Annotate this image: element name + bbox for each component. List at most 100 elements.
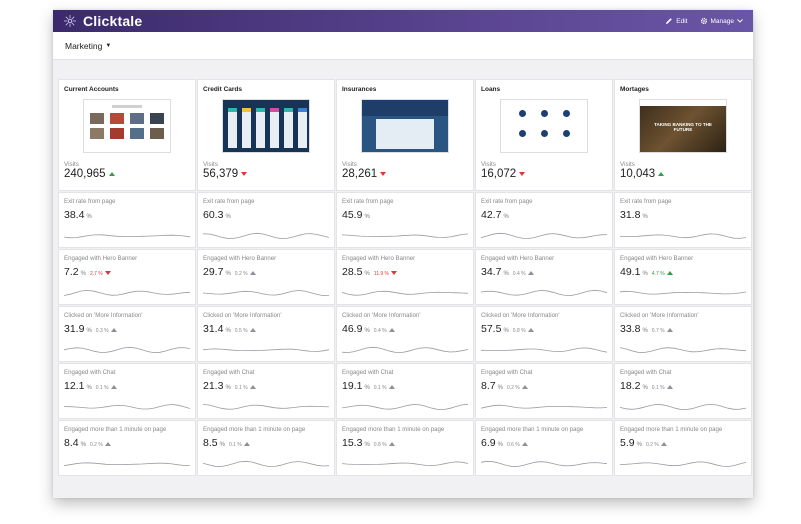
metric-delta: 2.7 % [89, 271, 103, 277]
sparkline [620, 461, 746, 467]
metric-value: 31.4 [203, 323, 224, 335]
metric-label: Engaged with Hero Banner [342, 255, 416, 262]
metric-card-hero[interactable]: Engaged with Hero Banner 49.1 % 4.7 % [614, 249, 752, 305]
metric-card-minute[interactable]: Engaged more than 1 minute on page 8.5 %… [197, 420, 335, 476]
metric-delta: 0.4 % [512, 271, 526, 277]
sparkline [481, 404, 607, 409]
metric-card-minute[interactable]: Engaged more than 1 minute on page 8.4 %… [58, 420, 196, 476]
metric-card-chat[interactable]: Engaged with Chat 18.2 % 0.1 % [614, 363, 752, 419]
metric-value: 57.5 [481, 323, 502, 335]
metric-card-more[interactable]: Clicked on 'More Information' 57.5 % 0.8… [475, 306, 613, 362]
sparkline [64, 462, 190, 466]
metric-card-more[interactable]: Clicked on 'More Information' 46.9 % 0.4… [336, 306, 474, 362]
metric-unit: % [86, 385, 92, 391]
metric-label: Engaged more than 1 minute on page [620, 426, 723, 433]
trend-up-icon [527, 271, 534, 275]
visits-label: Visits [64, 161, 79, 168]
metric-unit: % [503, 328, 509, 334]
visits-label: Visits [481, 161, 496, 168]
page-summary-card[interactable]: Current Accounts Visits 240,965 [58, 79, 196, 191]
metric-card-hero[interactable]: Engaged with Hero Banner 34.7 % 0.4 % [475, 249, 613, 305]
metric-unit: % [364, 271, 370, 277]
manage-menu[interactable]: Manage [700, 17, 744, 25]
page-title: Loans [481, 86, 501, 93]
metric-delta: 0.2 % [234, 271, 248, 277]
metric-delta: 0.8 % [373, 442, 387, 448]
metric-card-chat[interactable]: Engaged with Chat 19.1 % 0.1 % [336, 363, 474, 419]
trend-up-icon [110, 328, 117, 332]
chevron-down-icon [737, 19, 743, 23]
metric-value: 8.5 [203, 437, 218, 449]
page-thumbnail[interactable] [83, 99, 171, 153]
logo[interactable]: Clicktale [63, 13, 142, 29]
page-summary-card[interactable]: Insurances Visits 28,261 [336, 79, 474, 191]
sparkline [620, 233, 746, 239]
metric-delta: 0.7 % [651, 328, 665, 334]
trend-down-icon [104, 271, 111, 275]
metric-value: 31.8 [620, 209, 641, 221]
trend-up-icon [521, 385, 528, 389]
brand-name: Clicktale [83, 13, 143, 29]
page-summary-card[interactable]: Credit Cards Visits 56,379 [197, 79, 335, 191]
metric-delta: 0.2 % [89, 442, 103, 448]
page-summary-card[interactable]: Loans Visits 16,072 [475, 79, 613, 191]
metric-card-more[interactable]: Clicked on 'More Information' 31.4 % 0.5… [197, 306, 335, 362]
page-title: Mortages [620, 86, 649, 93]
visits-value: 28,261 [342, 168, 378, 180]
metric-unit: % [497, 385, 503, 391]
metric-unit: % [636, 442, 642, 448]
metric-value: 28.5 [342, 266, 363, 278]
sparkline [203, 460, 329, 467]
page-column: Current Accounts Visits 240,965 Exit rat… [58, 79, 196, 476]
metric-delta: 0.8 % [512, 328, 526, 334]
metric-unit: % [364, 328, 370, 334]
metric-value: 18.2 [620, 380, 641, 392]
metric-card-exit-rate[interactable]: Exit rate from page 38.4 % [58, 192, 196, 248]
manage-label: Manage [710, 17, 735, 25]
metric-unit: % [503, 271, 509, 277]
page-column: Insurances Visits 28,261 Exit rate from … [336, 79, 474, 476]
metric-card-exit-rate[interactable]: Exit rate from page 42.7 % [475, 192, 613, 248]
trend-up-icon [110, 385, 117, 389]
metric-card-exit-rate[interactable]: Exit rate from page 60.3 % [197, 192, 335, 248]
metric-card-exit-rate[interactable]: Exit rate from page 31.8 % [614, 192, 752, 248]
metric-delta: 0.1 % [234, 385, 248, 391]
metric-value: 49.1 [620, 266, 641, 278]
trend-down-icon [519, 172, 526, 176]
pencil-icon [666, 18, 673, 24]
page-thumbnail[interactable]: TAKING BANKING TO THE FUTURE [639, 99, 727, 153]
metric-label: Clicked on 'More Information' [481, 312, 560, 319]
metric-card-more[interactable]: Clicked on 'More Information' 31.9 % 0.3… [58, 306, 196, 362]
metric-label: Engaged with Chat [64, 369, 116, 376]
metric-card-minute[interactable]: Engaged more than 1 minute on page 5.9 %… [614, 420, 752, 476]
metric-unit: % [225, 328, 231, 334]
metric-value: 45.9 [342, 209, 363, 221]
metric-value: 12.1 [64, 380, 85, 392]
metric-card-minute[interactable]: Engaged more than 1 minute on page 6.9 %… [475, 420, 613, 476]
metric-card-more[interactable]: Clicked on 'More Information' 33.8 % 0.7… [614, 306, 752, 362]
sparkline [620, 347, 746, 353]
metric-unit: % [86, 328, 92, 334]
sparkline [342, 290, 468, 296]
page-thumbnail[interactable] [500, 99, 588, 153]
metric-card-exit-rate[interactable]: Exit rate from page 45.9 % [336, 192, 474, 248]
sparkline [481, 347, 607, 353]
page-summary-card[interactable]: Mortages TAKING BANKING TO THE FUTURE Vi… [614, 79, 752, 191]
metric-card-chat[interactable]: Engaged with Chat 21.3 % 0.1 % [197, 363, 335, 419]
metric-card-hero[interactable]: Engaged with Hero Banner 28.5 % 11.9 % [336, 249, 474, 305]
metric-delta: 0.3 % [95, 328, 109, 334]
sparkline [342, 461, 468, 467]
page-thumbnail[interactable] [222, 99, 310, 153]
page-thumbnail[interactable] [361, 99, 449, 153]
metric-card-hero[interactable]: Engaged with Hero Banner 29.7 % 0.2 % [197, 249, 335, 305]
metric-card-chat[interactable]: Engaged with Chat 12.1 % 0.1 % [58, 363, 196, 419]
trend-down-icon [390, 271, 397, 275]
metric-card-hero[interactable]: Engaged with Hero Banner 7.2 % 2.7 % [58, 249, 196, 305]
metric-value: 19.1 [342, 380, 363, 392]
metric-card-chat[interactable]: Engaged with Chat 8.7 % 0.2 % [475, 363, 613, 419]
metric-label: Engaged more than 1 minute on page [481, 426, 584, 433]
edit-button[interactable]: Edit [665, 17, 688, 25]
metric-value: 31.9 [64, 323, 85, 335]
metric-card-minute[interactable]: Engaged more than 1 minute on page 15.3 … [336, 420, 474, 476]
dashboard-selector[interactable]: Marketing ▼ [65, 41, 111, 51]
